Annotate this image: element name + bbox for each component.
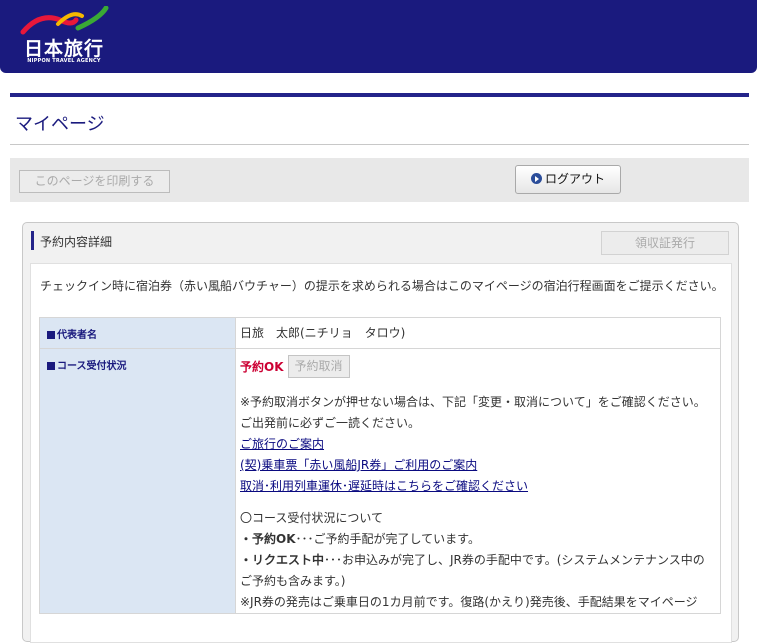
jr-ticket-guide-link[interactable]: (契)乗車票「赤い風船JR券」ご利用のご案内 <box>240 458 477 472</box>
play-circle-icon <box>530 173 542 184</box>
status-request-text-cont: ご予約も含みます。) <box>240 574 346 588</box>
representative-label: 代表者名 <box>57 330 97 341</box>
status-explain-heading: 〇コース受付状況について <box>240 511 384 525</box>
table-row: コース受付状況 予約OK 予約取消 ※予約取消ボタンが押せない場合は、下記「変更・… <box>39 348 721 614</box>
status-ok-explain: ・予約OK･･･ご予約手配が完了しています。 <box>240 529 714 550</box>
course-status-label-cell: コース受付状況 <box>39 348 236 614</box>
panel-title-marker <box>31 231 34 250</box>
panel-title: 予約内容詳細 <box>40 235 113 249</box>
square-bullet-icon <box>47 331 55 339</box>
site-header: 日本旅行 NIPPON TRAVEL AGENCY <box>0 0 757 73</box>
cancel-reservation-button[interactable]: 予約取消 <box>287 355 350 378</box>
logout-button[interactable]: ログアウト <box>515 165 621 194</box>
title-divider-top <box>10 93 749 97</box>
status-request-text: ･･･お申込みが完了し、JR券の手配中です。(システムメンテナンス中の <box>324 553 705 567</box>
representative-value: 日旅 太郎(ニチリョ タロウ) <box>235 317 721 349</box>
checkin-notice: チェックイン時に宿泊券（赤い風船バウチャー）の提示を求められる場合はこのマイペー… <box>40 279 724 293</box>
travel-guide-link[interactable]: ご旅行のご案内 <box>240 437 324 451</box>
cancel-note: ※予約取消ボタンが押せない場合は、下記「変更・取消について」をご確認ください。 <box>240 395 706 409</box>
status-line: 予約OK 予約取消 <box>240 355 714 381</box>
logout-label: ログアウト <box>544 172 605 186</box>
course-status-label: コース受付状況 <box>57 361 127 372</box>
print-page-button[interactable]: このページを印刷する <box>19 170 170 193</box>
jr-ticket-note: ※JR券の発売はご乗車日の1カ月前です。復路(かえり)発売後、手配結果をマイペー… <box>240 595 698 609</box>
brand-logo[interactable]: 日本旅行 NIPPON TRAVEL AGENCY <box>16 6 112 66</box>
status-request-term: ・リクエスト中 <box>240 553 325 567</box>
issue-receipt-button[interactable]: 領収証発行 <box>601 231 729 255</box>
brand-tagline: NIPPON TRAVEL AGENCY <box>27 58 101 64</box>
table-row: 代表者名 日旅 太郎(ニチリョ タロウ) <box>39 317 721 349</box>
status-badge: 予約OK <box>240 360 284 374</box>
swoosh-logo-icon <box>20 6 109 35</box>
title-divider-bottom <box>10 144 749 145</box>
status-request-explain: ・リクエスト中･･･お申込みが完了し、JR券の手配中です。(システムメンテナンス… <box>240 550 714 571</box>
brand-name: 日本旅行 <box>23 38 104 60</box>
representative-label-cell: 代表者名 <box>39 317 236 349</box>
page-title: マイページ <box>15 114 105 135</box>
status-ok-text: ･･･ご予約手配が完了しています。 <box>295 532 480 546</box>
reservation-detail-table: 代表者名 日旅 太郎(ニチリョ タロウ) コース受付状況 予約OK 予約取消 ※予… <box>39 317 721 614</box>
status-ok-term: ・予約OK <box>240 532 296 546</box>
course-status-value-cell: 予約OK 予約取消 ※予約取消ボタンが押せない場合は、下記「変更・取消について」を… <box>235 348 721 614</box>
cancellation-info-link[interactable]: 取消･利用列車運休･遅延時はこちらをご確認ください <box>240 479 528 493</box>
square-bullet-icon <box>47 362 55 370</box>
read-before-note: ご出発前に必ずご一読ください。 <box>240 416 421 430</box>
